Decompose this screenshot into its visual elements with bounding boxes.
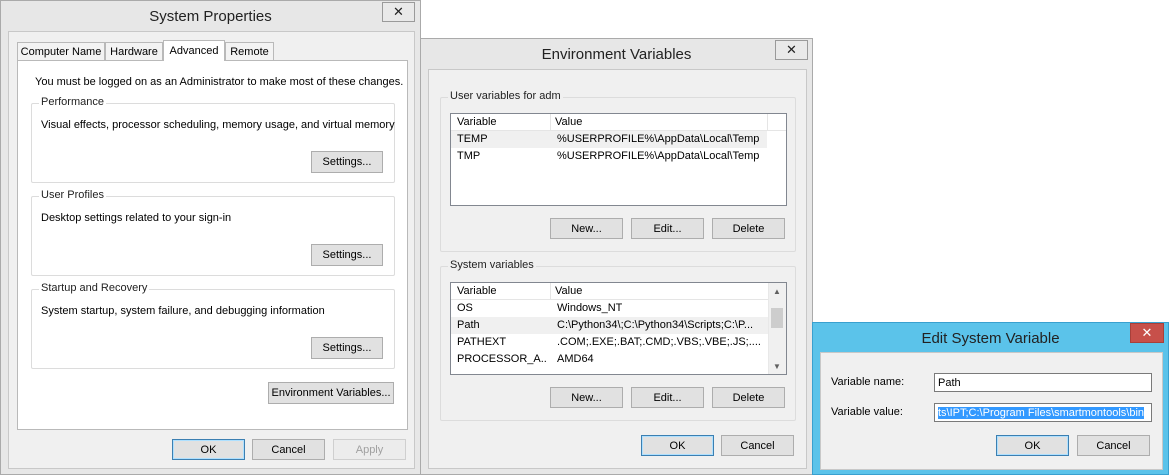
user-variables-header: Variable Value [451, 114, 786, 131]
tab-remote[interactable]: Remote [225, 42, 274, 61]
system-variables-legend: System variables [448, 259, 536, 271]
close-icon: ✕ [786, 42, 797, 57]
performance-legend: Performance [39, 96, 106, 108]
value-cell: %USERPROFILE%\AppData\Local\Temp [557, 133, 760, 145]
startup-recovery-group: Startup and Recovery System startup, sys… [31, 282, 395, 369]
environment-variables-title: Environment Variables [541, 46, 692, 63]
column-header-value[interactable]: Value [555, 116, 582, 128]
variable-cell: PROCESSOR_A... [457, 353, 547, 365]
user-variables-group: User variables for adm Variable Value TE… [440, 90, 796, 252]
advanced-tab-panel: You must be logged on as an Administrato… [17, 60, 408, 430]
column-header-variable[interactable]: Variable [457, 116, 497, 128]
system-variables-header: Variable Value [451, 283, 786, 300]
performance-description: Visual effects, processor scheduling, me… [41, 119, 395, 131]
performance-settings-button[interactable]: Settings... [311, 151, 383, 173]
environment-variables-ok-button[interactable]: OK [641, 435, 714, 456]
variable-name-value: Path [938, 377, 961, 389]
environment-variables-window: Environment Variables ✕ User variables f… [420, 38, 813, 475]
value-cell: AMD64 [557, 353, 594, 365]
edit-system-variable-title: Edit System Variable [921, 330, 1060, 347]
variable-cell: PATHEXT [457, 336, 507, 348]
value-cell: .COM;.EXE;.BAT;.CMD;.VBS;.VBE;.JS;.... [557, 336, 761, 348]
close-icon: ✕ [393, 4, 404, 19]
system-properties-apply-button[interactable]: Apply [333, 439, 406, 460]
system-delete-button[interactable]: Delete [712, 387, 785, 408]
startup-recovery-settings-button[interactable]: Settings... [311, 337, 383, 359]
variable-cell: TEMP [457, 133, 488, 145]
environment-variables-cancel-button[interactable]: Cancel [721, 435, 794, 456]
user-delete-button[interactable]: Delete [712, 218, 785, 239]
column-header-variable[interactable]: Variable [457, 285, 497, 297]
environment-variables-client: User variables for adm Variable Value TE… [428, 69, 807, 469]
edit-system-variable-client: Variable name: Path Variable value: ts\I… [820, 352, 1163, 470]
variable-cell: TMP [457, 150, 481, 162]
scroll-thumb[interactable] [771, 308, 783, 328]
edit-variable-cancel-button[interactable]: Cancel [1077, 435, 1150, 456]
value-cell: C:\Python34\;C:\Python34\Scripts;C:\P... [557, 319, 754, 331]
startup-recovery-description: System startup, system failure, and debu… [41, 305, 325, 317]
variable-name-input[interactable]: Path [934, 373, 1152, 392]
startup-recovery-legend: Startup and Recovery [39, 282, 150, 294]
user-profiles-legend: User Profiles [39, 189, 106, 201]
system-properties-window: System Properties ✕ Computer Name Hardwa… [0, 0, 421, 475]
system-variables-group: System variables Variable Value OS Windo… [440, 259, 796, 421]
user-variables-legend: User variables for adm [448, 90, 563, 102]
list-item[interactable]: TMP %USERPROFILE%\AppData\Local\Temp [451, 148, 767, 165]
tab-hardware[interactable]: Hardware [105, 42, 163, 61]
performance-group: Performance Visual effects, processor sc… [31, 96, 395, 183]
variable-value-label: Variable value: [831, 406, 903, 418]
column-header-value[interactable]: Value [555, 285, 582, 297]
list-item[interactable]: OS Windows_NT [451, 300, 769, 317]
scroll-up-arrow-icon[interactable]: ▲ [769, 283, 785, 299]
environment-variables-close-button[interactable]: ✕ [775, 40, 808, 60]
list-item[interactable]: Path C:\Python34\;C:\Python34\Scripts;C:… [451, 317, 769, 334]
tab-computer-name[interactable]: Computer Name [17, 42, 105, 61]
list-item[interactable]: PATHEXT .COM;.EXE;.BAT;.CMD;.VBS;.VBE;.J… [451, 334, 769, 351]
user-new-button[interactable]: New... [550, 218, 623, 239]
system-variables-list[interactable]: Variable Value OS Windows_NT Path C:\Pyt… [450, 282, 787, 375]
user-profiles-description: Desktop settings related to your sign-in [41, 212, 232, 224]
admin-note: You must be logged on as an Administrato… [35, 76, 404, 88]
variable-cell: OS [457, 302, 473, 314]
edit-system-variable-window: Edit System Variable ✕ Variable name: Pa… [812, 322, 1169, 475]
variable-value-selected-text: ts\IPT;C:\Program Files\smartmontools\bi… [938, 407, 1145, 419]
tab-advanced[interactable]: Advanced [163, 40, 225, 61]
system-properties-close-button[interactable]: ✕ [382, 2, 415, 22]
edit-system-variable-close-button[interactable]: ✕ [1130, 323, 1164, 343]
system-properties-client: Computer Name Hardware Advanced Remote Y… [8, 31, 415, 469]
edit-variable-ok-button[interactable]: OK [996, 435, 1069, 456]
scroll-down-arrow-icon[interactable]: ▼ [769, 358, 785, 374]
environment-variables-button[interactable]: Environment Variables... [268, 382, 394, 404]
variable-name-label: Variable name: [831, 376, 905, 388]
system-properties-ok-button[interactable]: OK [172, 439, 245, 460]
close-icon: ✕ [1141, 325, 1153, 340]
system-properties-title: System Properties [149, 8, 272, 25]
user-edit-button[interactable]: Edit... [631, 218, 704, 239]
user-profiles-group: User Profiles Desktop settings related t… [31, 189, 395, 276]
system-properties-cancel-button[interactable]: Cancel [252, 439, 325, 460]
list-item[interactable]: PROCESSOR_A... AMD64 [451, 351, 769, 368]
user-profiles-settings-button[interactable]: Settings... [311, 244, 383, 266]
user-variables-list[interactable]: Variable Value TEMP %USERPROFILE%\AppDat… [450, 113, 787, 206]
system-edit-button[interactable]: Edit... [631, 387, 704, 408]
value-cell: %USERPROFILE%\AppData\Local\Temp [557, 150, 760, 162]
value-cell: Windows_NT [557, 302, 623, 314]
list-item[interactable]: TEMP %USERPROFILE%\AppData\Local\Temp [451, 131, 767, 148]
system-variables-scrollbar[interactable]: ▲ ▼ [768, 283, 786, 374]
variable-value-input[interactable]: ts\IPT;C:\Program Files\smartmontools\bi… [934, 403, 1152, 422]
variable-cell: Path [457, 319, 480, 331]
system-new-button[interactable]: New... [550, 387, 623, 408]
